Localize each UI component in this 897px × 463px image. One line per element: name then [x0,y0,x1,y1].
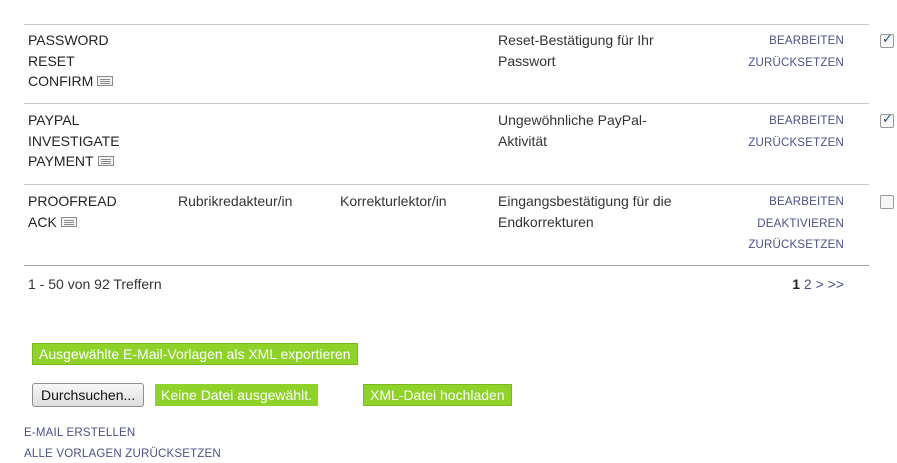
template-key-line: PASSWORD [28,32,109,48]
template-key: PROOFREAD ACK [28,191,168,232]
export-xml-button[interactable]: Ausgewählte E-Mail-Vorlagen als XML expo… [32,343,358,365]
table-row: PROOFREAD ACK Rubrikredakteur/in Korrekt… [24,191,897,263]
template-key: PASSWORD RESET CONFIRM [28,30,168,92]
select-checkbox[interactable] [880,195,894,209]
email-templates-panel: PASSWORD RESET CONFIRM Reset-Bestätigung… [24,0,897,463]
template-key-line: PROOFREAD [28,193,117,209]
row-actions: BEARBEITEN DEAKTIVIEREN ZURÜCKSETZEN [714,191,844,256]
select-checkbox[interactable] [880,32,894,48]
recipient-role: Korrekturlektor/in [340,193,447,209]
select-checkbox[interactable] [880,112,894,128]
reset-all-templates-link[interactable]: ALLE VORLAGEN ZURÜCKSETZEN [24,448,221,460]
row-actions: BEARBEITEN ZURÜCKSETZEN [714,110,844,153]
row-divider [24,103,869,104]
edit-link[interactable]: BEARBEITEN [714,191,844,213]
reset-link[interactable]: ZURÜCKSETZEN [714,52,844,74]
description-line: Aktivität [498,132,548,149]
pagination-info: 1 - 50 von 92 Treffern [28,276,162,292]
template-key-last-line: CONFIRM [28,71,168,92]
edit-link[interactable]: BEARBEITEN [714,30,844,52]
template-key-line: CONFIRM [28,73,94,89]
template-description: Ungewöhnliche PayPal- Aktivität [498,110,708,151]
reset-link[interactable]: ZURÜCKSETZEN [714,234,844,256]
template-key-line: INVESTIGATE [28,132,120,149]
browse-file-button[interactable]: Durchsuchen... [32,383,145,407]
template-key-line: PAYPAL [28,112,80,128]
create-email-link[interactable]: E-MAIL ERSTELLEN [24,427,135,439]
row-actions: BEARBEITEN ZURÜCKSETZEN [714,30,844,73]
edit-link[interactable]: BEARBEITEN [714,110,844,132]
email-preview-icon[interactable] [97,76,114,86]
description-line: Ungewöhnliche PayPal- [498,112,647,128]
description-line: Endkorrekturen [498,213,594,230]
disable-link[interactable]: DEAKTIVIEREN [714,213,844,235]
email-preview-icon[interactable] [60,216,77,227]
email-preview-icon[interactable] [97,156,114,166]
page-links[interactable]: 2 > >> [804,276,844,292]
template-key-line: ACK [28,213,57,230]
template-key-last-line: ACK [28,212,168,233]
template-key-last-line: PAYMENT [28,151,168,172]
row-divider [24,184,869,185]
pagination: 1 2 > >> [724,276,844,292]
template-key-line: RESET [28,52,75,69]
upload-xml-button[interactable]: XML-Datei hochladen [363,384,512,406]
table-top-divider [24,24,869,25]
template-description: Reset-Bestätigung für Ihr Passwort [498,30,708,71]
description-line: Reset-Bestätigung für Ihr [498,32,654,48]
sender-role: Rubrikredakteur/in [178,193,293,209]
template-key: PAYPAL INVESTIGATE PAYMENT [28,110,168,172]
table-bottom-divider [24,265,869,266]
table-row: PASSWORD RESET CONFIRM Reset-Bestätigung… [24,30,897,102]
template-description: Eingangsbestätigung für die Endkorrektur… [498,191,708,232]
reset-link[interactable]: ZURÜCKSETZEN [714,132,844,154]
description-line: Eingangsbestätigung für die [498,193,672,209]
current-page: 1 [792,276,801,292]
table-row: PAYPAL INVESTIGATE PAYMENT Ungewöhnliche… [24,110,897,182]
template-key-line: PAYMENT [28,153,94,169]
description-line: Passwort [498,52,556,69]
file-status-label: Keine Datei ausgewählt. [155,384,318,406]
